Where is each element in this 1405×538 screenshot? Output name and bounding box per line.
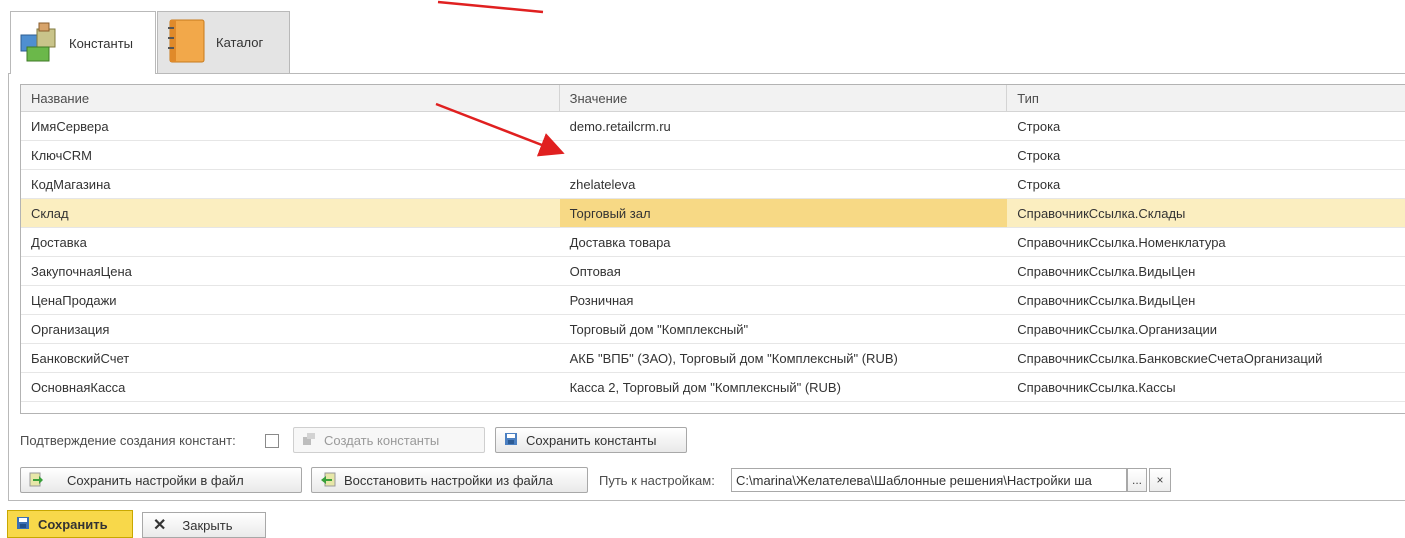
clear-path-button[interactable]: × bbox=[1149, 468, 1171, 492]
table-row[interactable]: БанковскийСчет АКБ "ВПБ" (ЗАО), Торговый … bbox=[21, 344, 1405, 373]
table-row[interactable]: Склад Торговый зал СправочникСсылка.Склады bbox=[21, 199, 1405, 228]
annotation-arrow-top bbox=[437, 0, 544, 14]
table-row[interactable]: КодМагазина zhelateleva Строка bbox=[21, 170, 1405, 199]
boxes-icon bbox=[19, 21, 61, 66]
tab-catalog[interactable]: Каталог bbox=[157, 11, 290, 73]
folder-icon bbox=[166, 18, 208, 67]
table-row[interactable]: ИмяСервера demo.retailcrm.ru Строка bbox=[21, 112, 1405, 141]
cell-name[interactable]: ЗакупочнаяЦена bbox=[21, 257, 560, 285]
cell-value[interactable]: Касса 2, Торговый дом "Комплексный" (RUB… bbox=[560, 373, 1008, 401]
cell-name[interactable]: Доставка bbox=[21, 228, 560, 256]
cell-value[interactable]: Оптовая bbox=[560, 257, 1008, 285]
cell-name[interactable]: КодМагазина bbox=[21, 170, 560, 198]
table-row[interactable]: ОсновнаяКасса Касса 2, Торговый дом "Комп… bbox=[21, 373, 1405, 402]
close-button[interactable]: ✕ Закрыть bbox=[142, 512, 266, 538]
cell-type[interactable]: Строка bbox=[1007, 112, 1405, 140]
table-row[interactable]: Доставка Доставка товара СправочникСсылка.… bbox=[21, 228, 1405, 257]
cell-value[interactable]: Доставка товара bbox=[560, 228, 1008, 256]
path-label: Путь к настройкам: bbox=[599, 473, 715, 488]
cell-value[interactable]: Торговый зал bbox=[559, 199, 1008, 227]
cell-type[interactable]: СправочникСсылка.Склады bbox=[1007, 199, 1405, 227]
floppy-icon bbox=[504, 432, 518, 449]
cell-value[interactable]: АКБ "ВПБ" (ЗАО), Торговый дом "Комплексн… bbox=[560, 344, 1008, 372]
cell-name[interactable]: Склад bbox=[21, 199, 560, 227]
tab-constants[interactable]: Константы bbox=[10, 11, 156, 74]
cell-type[interactable]: СправочникСсылка.БанковскиеСчетаОрганиза… bbox=[1007, 344, 1405, 372]
table-body: ИмяСервера demo.retailcrm.ru Строка КлючCRM… bbox=[21, 112, 1405, 402]
cell-name[interactable]: ЦенаПродажи bbox=[21, 286, 560, 314]
save-settings-file-button[interactable]: Сохранить настройки в файл bbox=[20, 467, 302, 493]
export-icon bbox=[29, 471, 43, 490]
save-button[interactable]: Сохранить bbox=[7, 510, 133, 538]
cell-value[interactable]: Розничная bbox=[560, 286, 1008, 314]
table-header: Название Значение Тип bbox=[21, 85, 1405, 112]
restore-settings-file-button[interactable]: Восстановить настройки из файла bbox=[311, 467, 588, 493]
cell-name[interactable]: ОсновнаяКасса bbox=[21, 373, 560, 401]
browse-button[interactable]: ... bbox=[1127, 468, 1147, 492]
create-constants-label: Создать константы bbox=[324, 432, 440, 448]
confirm-label: Подтверждение создания констант: bbox=[20, 433, 236, 448]
cell-type[interactable]: СправочникСсылка.ВидыЦен bbox=[1007, 286, 1405, 314]
create-icon bbox=[302, 432, 316, 449]
cell-type[interactable]: СправочникСсылка.Организации bbox=[1007, 315, 1405, 343]
cell-type[interactable]: СправочникСсылка.ВидыЦен bbox=[1007, 257, 1405, 285]
cell-value[interactable] bbox=[560, 141, 1008, 169]
cell-name[interactable]: БанковскийСчет bbox=[21, 344, 560, 372]
cell-value[interactable]: demo.retailcrm.ru bbox=[560, 112, 1008, 140]
settings-path-input[interactable]: C:\marina\Желателева\Шаблонные решения\Н… bbox=[731, 468, 1127, 492]
floppy-icon bbox=[16, 516, 30, 533]
cell-value[interactable]: zhelateleva bbox=[560, 170, 1008, 198]
cell-type[interactable]: СправочникСсылка.Кассы bbox=[1007, 373, 1405, 401]
save-constants-button[interactable]: Сохранить константы bbox=[495, 427, 687, 453]
save-settings-file-label: Сохранить настройки в файл bbox=[67, 472, 244, 488]
column-header-name[interactable]: Название bbox=[21, 85, 560, 111]
cell-name[interactable]: ИмяСервера bbox=[21, 112, 560, 140]
close-button-label: Закрыть bbox=[182, 517, 233, 533]
cell-name[interactable]: КлючCRM bbox=[21, 141, 560, 169]
table-row[interactable]: ЦенаПродажи Розничная СправочникСсылка.Вид… bbox=[21, 286, 1405, 315]
tab-catalog-label: Каталог bbox=[216, 35, 264, 50]
close-icon: ✕ bbox=[153, 517, 167, 534]
cell-type[interactable]: Строка bbox=[1007, 141, 1405, 169]
create-constants-button[interactable]: Создать константы bbox=[293, 427, 485, 453]
import-icon bbox=[320, 471, 336, 490]
constants-panel: Название Значение Тип ИмяСервера demo.ret… bbox=[8, 73, 1405, 501]
tab-constants-label: Константы bbox=[69, 35, 133, 51]
cell-type[interactable]: СправочникСсылка.Номенклатура bbox=[1007, 228, 1405, 256]
table-row[interactable]: КлючCRM Строка bbox=[21, 141, 1405, 170]
table-row[interactable]: Организация Торговый дом "Комплексный" Спр… bbox=[21, 315, 1405, 344]
save-button-label: Сохранить bbox=[38, 516, 108, 532]
restore-settings-file-label: Восстановить настройки из файла bbox=[344, 472, 553, 488]
confirm-checkbox[interactable] bbox=[265, 434, 279, 448]
constants-table: Название Значение Тип ИмяСервера demo.ret… bbox=[20, 84, 1405, 414]
table-row[interactable]: ЗакупочнаяЦена Оптовая СправочникСсылка.Ви… bbox=[21, 257, 1405, 286]
column-header-value[interactable]: Значение bbox=[560, 85, 1008, 111]
cell-value[interactable]: Торговый дом "Комплексный" bbox=[560, 315, 1008, 343]
cell-type[interactable]: Строка bbox=[1007, 170, 1405, 198]
column-header-type[interactable]: Тип bbox=[1007, 85, 1405, 111]
save-constants-label: Сохранить константы bbox=[526, 432, 657, 448]
cell-name[interactable]: Организация bbox=[21, 315, 560, 343]
